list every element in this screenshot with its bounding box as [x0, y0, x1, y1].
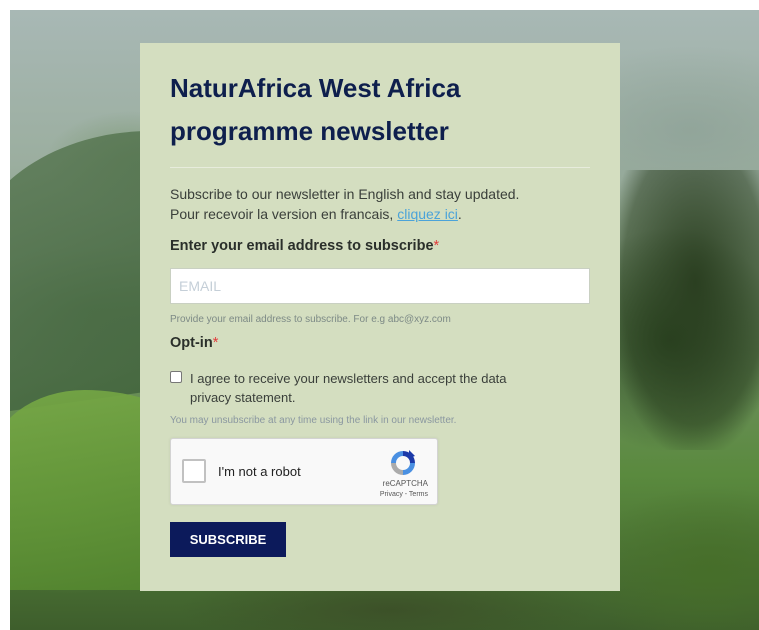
- tree-canopy: [610, 170, 759, 450]
- email-label-text: Enter your email address to subscribe: [170, 238, 434, 254]
- optin-row: I agree to receive your newsletters and …: [170, 369, 590, 407]
- title-divider: [170, 167, 590, 168]
- intro-line-english: Subscribe to our newsletter in English a…: [170, 186, 520, 202]
- recaptcha-checkbox[interactable]: [182, 459, 206, 483]
- intro-french-suffix: .: [457, 206, 462, 222]
- subscribe-button[interactable]: SUBSCRIBE: [170, 522, 286, 557]
- intro-line-french: Pour recevoir la version en francais, cl…: [170, 204, 590, 224]
- unsubscribe-note: You may unsubscribe at any time using th…: [170, 415, 457, 426]
- french-version-link[interactable]: cliquez ici: [397, 206, 458, 222]
- optin-label: Opt-in*: [170, 335, 590, 351]
- form-title: NaturAfrica West Africa programme newsle…: [170, 73, 461, 146]
- recaptcha-logo-icon: [391, 450, 415, 475]
- optin-checkbox[interactable]: [170, 371, 182, 383]
- email-input[interactable]: [170, 268, 590, 304]
- intro-french-prefix: Pour recevoir la version en francais,: [170, 206, 398, 222]
- optin-label-text: Opt-in: [170, 335, 213, 351]
- intro-text: Subscribe to our newsletter in English a…: [170, 184, 590, 224]
- required-marker: *: [212, 335, 219, 351]
- recaptcha-brand: reCAPTCHA: [382, 479, 428, 488]
- recaptcha-label: I'm not a robot: [218, 464, 301, 479]
- email-help-text: Provide your email address to subscribe.…: [170, 314, 451, 325]
- required-marker: *: [433, 238, 440, 254]
- recaptcha-privacy-terms-links[interactable]: Privacy - Terms: [380, 491, 428, 498]
- email-label: Enter your email address to subscribe*: [170, 238, 590, 254]
- newsletter-form-card: NaturAfrica West Africa programme newsle…: [140, 43, 620, 591]
- optin-text: I agree to receive your newsletters and …: [190, 371, 507, 405]
- recaptcha-widget: I'm not a robot reCAPTCHA Privacy - Term…: [170, 438, 438, 505]
